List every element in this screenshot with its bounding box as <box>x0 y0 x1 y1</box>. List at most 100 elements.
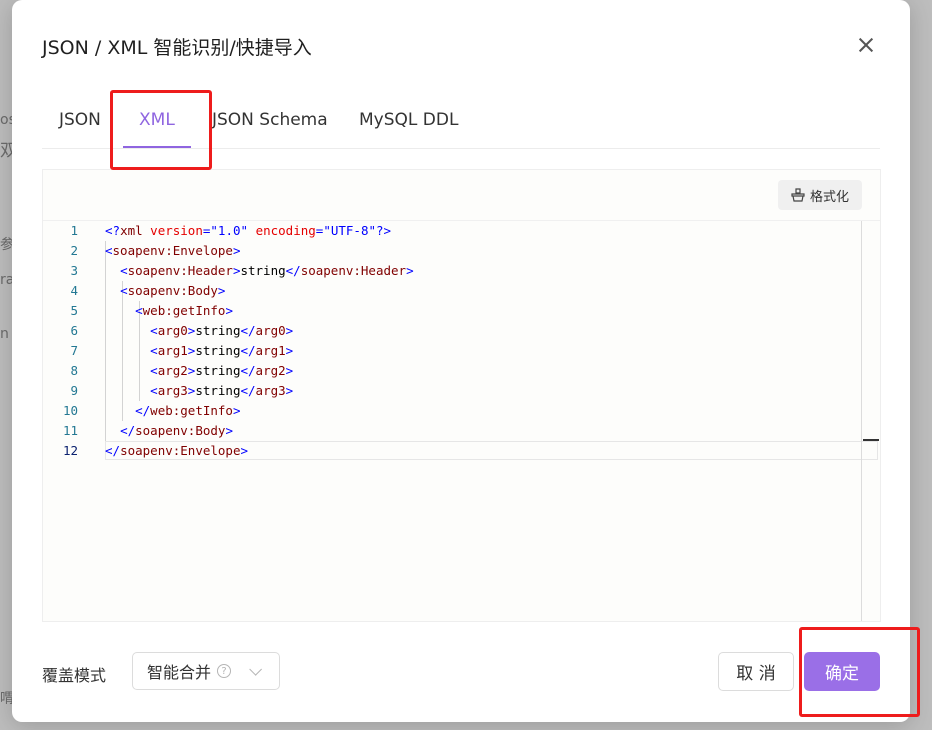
code-line[interactable]: </web:getInfo> <box>105 401 241 421</box>
code-token: string <box>195 383 241 398</box>
code-token: </ <box>105 443 121 458</box>
code-token: arg0 <box>157 323 188 338</box>
code-token: xml <box>120 223 143 238</box>
editor-toolbar: 格式化 <box>43 170 880 221</box>
tab-json[interactable]: JSON <box>59 110 101 130</box>
code-token: arg1 <box>255 343 286 358</box>
close-icon[interactable] <box>855 34 877 56</box>
line-number: 5 <box>70 303 78 318</box>
code-token: > <box>285 343 294 358</box>
line-number: 4 <box>70 283 78 298</box>
code-token: > <box>285 383 294 398</box>
code-token: > <box>225 423 233 438</box>
confirm-button[interactable]: 确定 <box>804 652 880 691</box>
code-token: <? <box>105 223 121 238</box>
line-number: 12 <box>62 443 78 458</box>
code-line[interactable]: <soapenv:Body> <box>105 281 225 301</box>
code-line[interactable]: <arg1>string</arg1> <box>105 341 293 361</box>
code-editor[interactable]: 格式化 1 2 3 4 5 6 7 8 9 10 11 12 <?xml version="1.0" … <box>42 169 881 622</box>
format-button[interactable]: 格式化 <box>778 180 862 210</box>
code-token: encoding <box>255 223 316 238</box>
tab-json-schema[interactable]: JSON Schema <box>212 110 328 130</box>
code-line[interactable]: <arg0>string</arg0> <box>105 321 293 341</box>
code-token: "UTF-8" <box>323 223 376 238</box>
cancel-button[interactable]: 取 消 <box>718 652 794 691</box>
code-token: </ <box>240 363 256 378</box>
code-token: < <box>135 303 143 318</box>
code-line[interactable]: <web:getInfo> <box>105 301 233 321</box>
code-token: version <box>150 223 203 238</box>
code-token: > <box>225 303 233 318</box>
code-token: </ <box>240 343 256 358</box>
line-number: 1 <box>70 223 78 238</box>
code-token: arg0 <box>255 323 286 338</box>
code-token: > <box>217 283 226 298</box>
code-line[interactable]: <arg2>string</arg2> <box>105 361 293 381</box>
code-line[interactable]: <soapenv:Envelope> <box>105 241 240 261</box>
line-number: 2 <box>70 243 78 258</box>
code-token: string <box>195 323 241 338</box>
code-token: web:getInfo <box>142 303 226 318</box>
line-number: 3 <box>70 263 78 278</box>
code-line[interactable]: </soapenv:Body> <box>105 421 233 441</box>
broom-icon <box>791 188 805 202</box>
code-token: arg2 <box>255 363 286 378</box>
overwrite-mode-select[interactable]: 智能合并 ? <box>132 652 280 690</box>
code-token: string <box>240 263 286 278</box>
code-area[interactable]: 1 2 3 4 5 6 7 8 9 10 11 12 <?xml version="1.0" enco… <box>43 221 880 621</box>
code-token: soapenv:Envelope <box>120 443 241 458</box>
code-token: arg2 <box>157 363 188 378</box>
code-token: soapenv:Envelope <box>112 243 233 258</box>
line-number: 7 <box>70 343 78 358</box>
import-dialog: JSON / XML 智能识别/快捷导入 JSON XML JSON Schem… <box>12 0 910 722</box>
code-token: soapenv:Header <box>300 263 407 278</box>
code-token: </ <box>120 423 136 438</box>
code-line[interactable]: <?xml version="1.0" encoding="UTF-8"?> <box>105 221 391 241</box>
code-token: < <box>105 243 113 258</box>
code-token: < <box>120 283 128 298</box>
code-token: > <box>406 263 414 278</box>
background-text-fragment: n <box>0 326 9 342</box>
line-number-gutter: 1 2 3 4 5 6 7 8 9 10 11 12 <box>43 221 91 621</box>
code-token: ?> <box>376 223 392 238</box>
code-token: "1.0" <box>210 223 249 238</box>
line-number: 8 <box>70 363 78 378</box>
overwrite-mode-label: 覆盖模式 <box>42 666 107 685</box>
code-token: </ <box>240 383 256 398</box>
line-number: 6 <box>70 323 78 338</box>
line-number: 9 <box>70 383 78 398</box>
code-token: < <box>150 323 158 338</box>
code-token: soapenv:Body <box>135 423 226 438</box>
code-token: </ <box>135 403 151 418</box>
code-token: arg1 <box>157 343 188 358</box>
code-token: > <box>285 363 294 378</box>
tab-mysql-ddl[interactable]: MySQL DDL <box>359 110 458 130</box>
code-token: </ <box>240 323 256 338</box>
code-token: > <box>240 443 249 458</box>
code-token: > <box>232 403 241 418</box>
code-token: arg3 <box>255 383 286 398</box>
code-token: </ <box>285 263 301 278</box>
tab-xml[interactable]: XML <box>139 110 175 130</box>
vertical-scrollbar[interactable] <box>861 221 862 621</box>
format-button-label: 格式化 <box>809 189 849 205</box>
line-number: 10 <box>62 403 78 418</box>
code-token: < <box>150 363 158 378</box>
code-token: arg3 <box>157 383 188 398</box>
code-token: > <box>232 243 241 258</box>
code-line[interactable]: </soapenv:Envelope> <box>105 441 248 461</box>
question-circle-icon[interactable]: ? <box>217 664 232 678</box>
code-line[interactable]: <arg3>string</arg3> <box>105 381 293 401</box>
code-line[interactable]: <soapenv:Header>string</soapenv:Header> <box>105 261 414 281</box>
code-token: string <box>195 363 241 378</box>
import-type-tabs: JSON XML JSON Schema MySQL DDL <box>42 100 880 149</box>
code-token: web:getInfo <box>150 403 233 418</box>
